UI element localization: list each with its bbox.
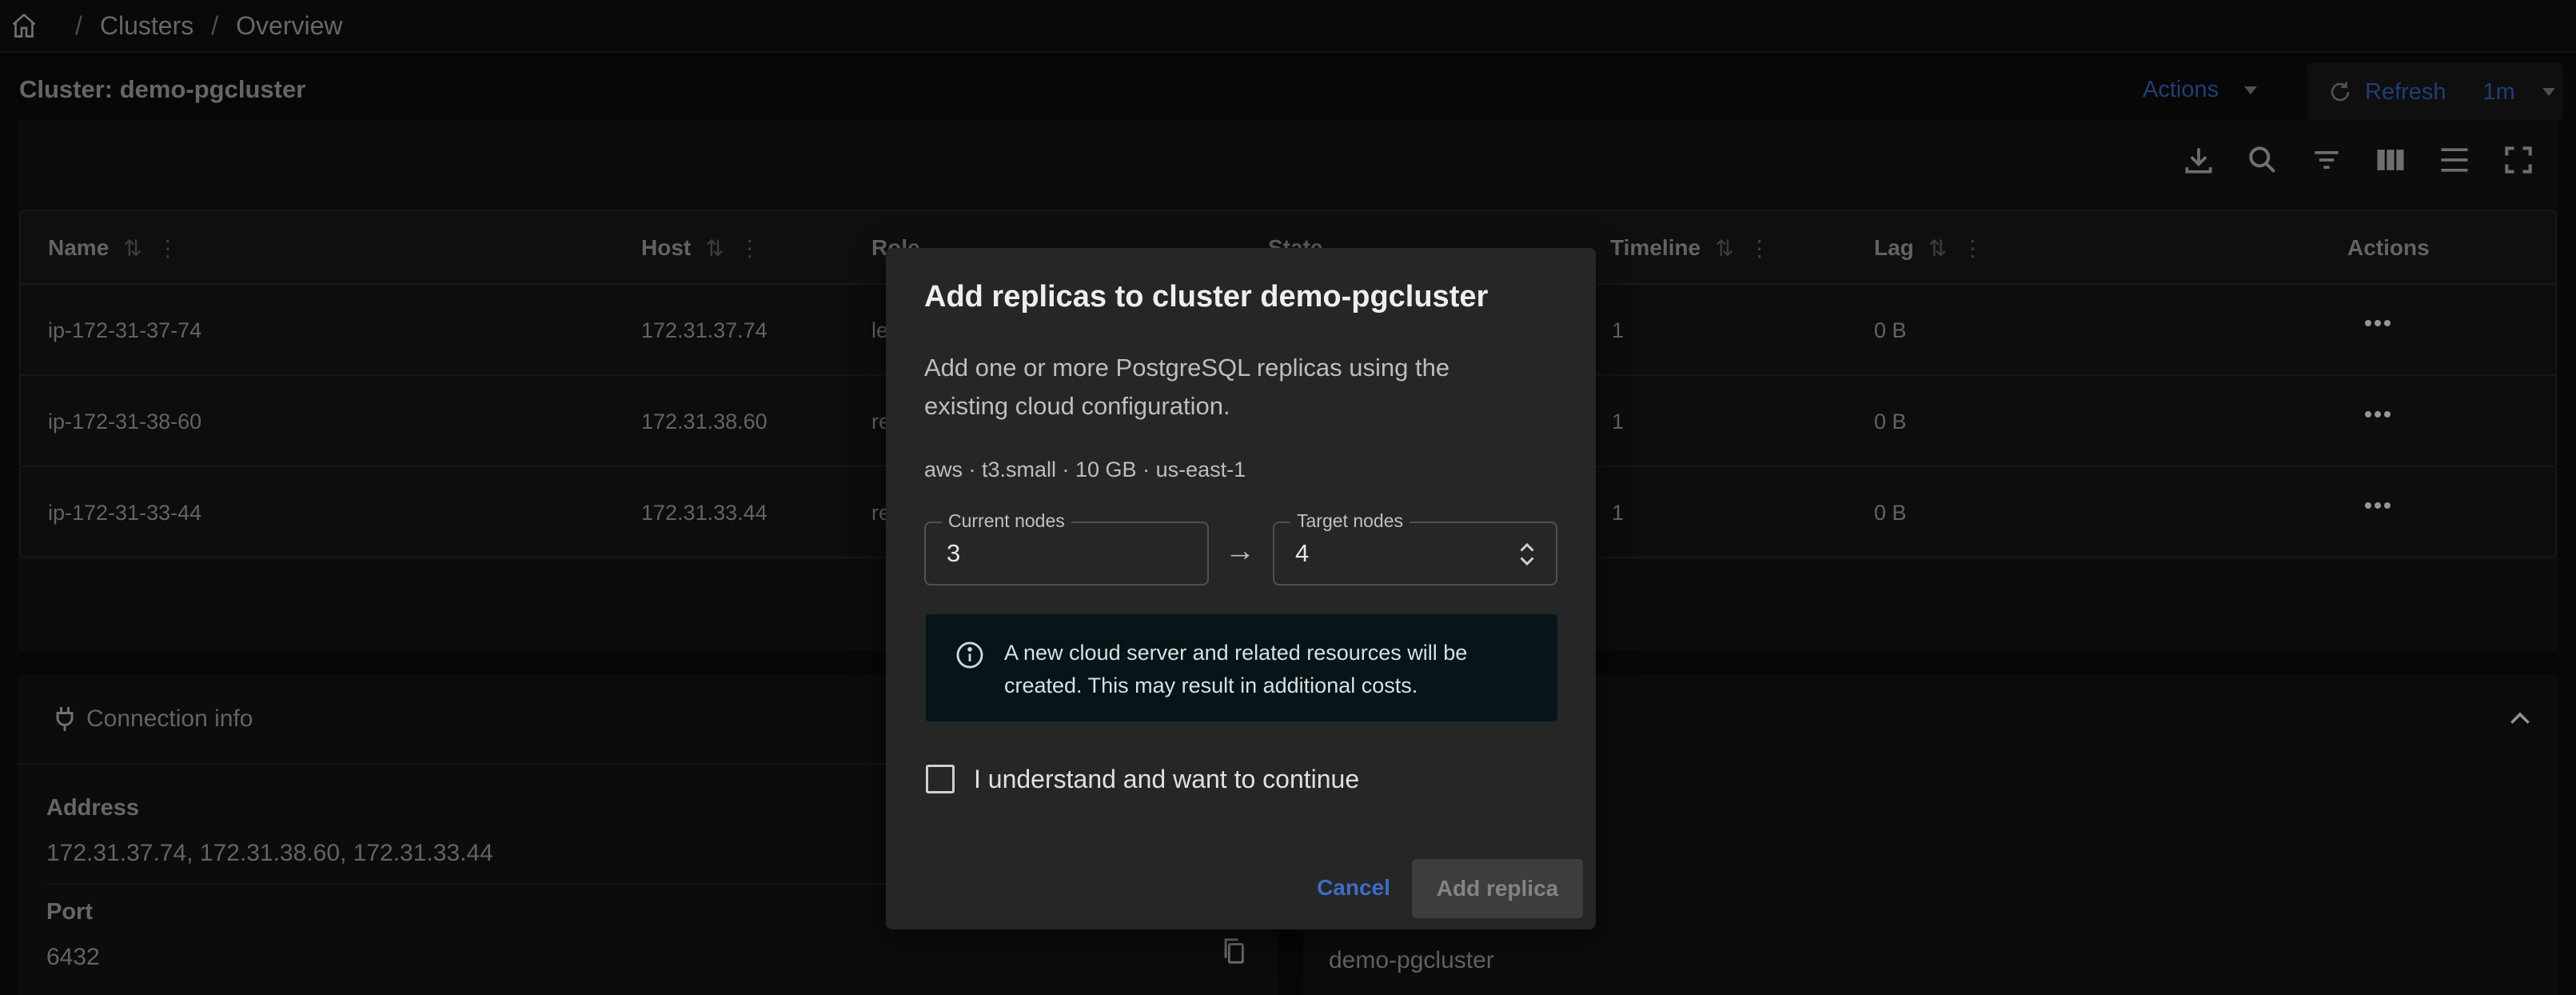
- info-icon: [956, 641, 983, 669]
- current-nodes-field: Current nodes 3: [924, 510, 1209, 585]
- cloud-spec: aws · t3.small · 10 GB · us-east-1: [924, 458, 1246, 482]
- current-nodes-value: 3: [947, 539, 961, 567]
- add-replica-button[interactable]: Add replica: [1412, 859, 1583, 918]
- target-nodes-label: Target nodes: [1290, 510, 1410, 532]
- cost-warning-alert: A new cloud server and related resources…: [924, 613, 1559, 723]
- confirm-checkbox-label[interactable]: I understand and want to continue: [974, 765, 1359, 794]
- cost-warning-text: A new cloud server and related resources…: [1004, 641, 1468, 697]
- dialog-title: Add replicas to cluster demo-pgcluster: [924, 280, 1489, 314]
- target-nodes-field[interactable]: Target nodes 4: [1273, 510, 1557, 585]
- stepper-icon[interactable]: [1517, 539, 1537, 569]
- arrow-right-icon: →: [1225, 534, 1255, 568]
- current-nodes-label: Current nodes: [942, 510, 1071, 532]
- confirm-checkbox[interactable]: [926, 765, 955, 793]
- cancel-button[interactable]: Cancel: [1310, 859, 1398, 917]
- target-nodes-value[interactable]: 4: [1295, 539, 1309, 568]
- add-replicas-dialog: Add replicas to cluster demo-pgcluster A…: [886, 248, 1596, 929]
- dialog-description: Add one or more PostgreSQL replicas usin…: [924, 354, 1450, 420]
